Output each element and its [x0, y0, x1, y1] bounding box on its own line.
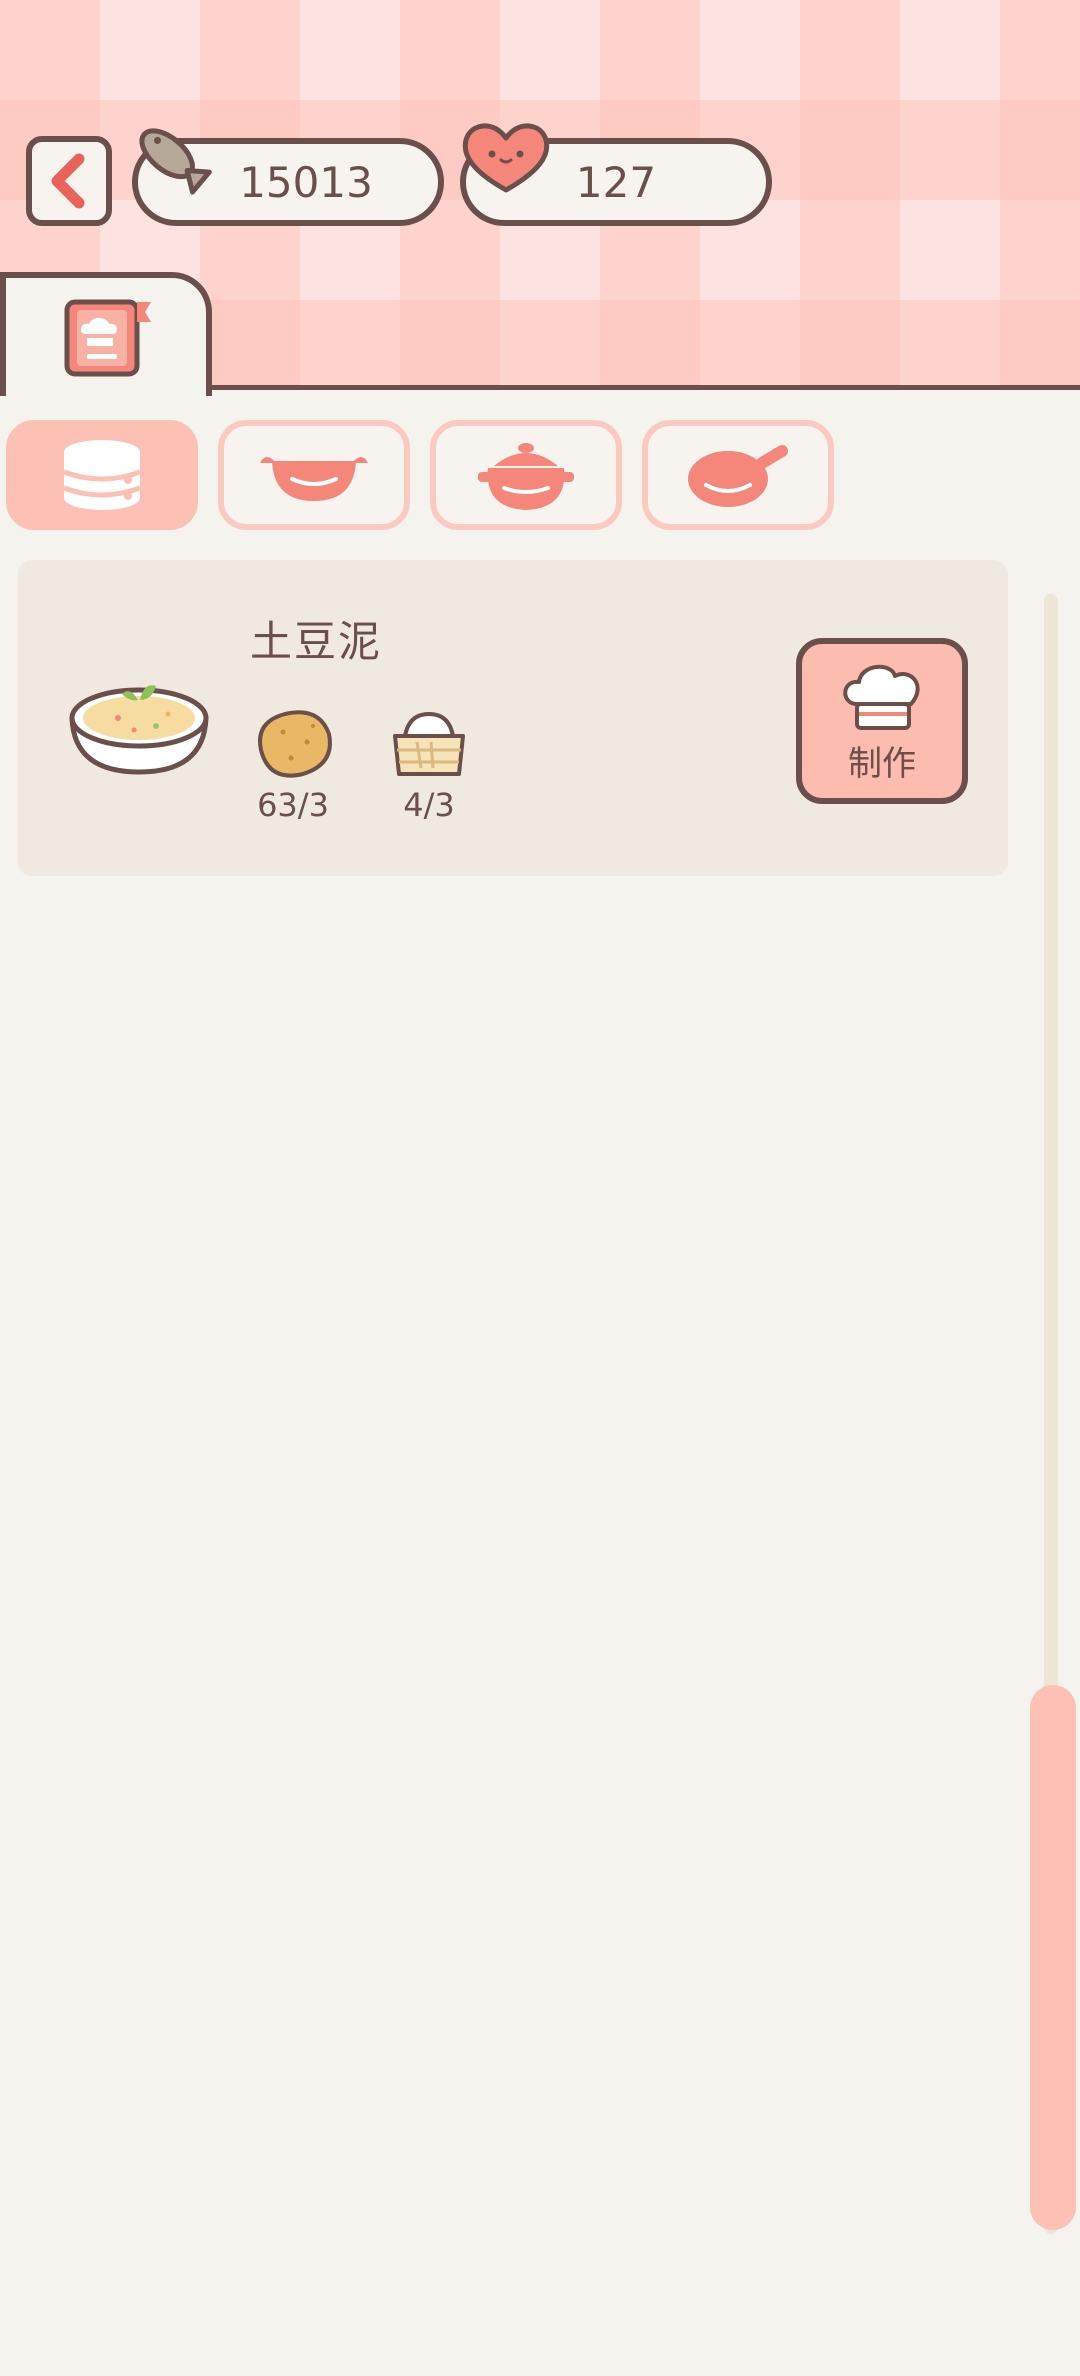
- fish-count: 15013: [239, 157, 373, 207]
- recipe-book-icon: [64, 299, 151, 377]
- steamer-icon: [63, 440, 141, 510]
- recipe-book-tab[interactable]: [0, 272, 212, 396]
- category-tab-frying-pan[interactable]: [642, 420, 834, 530]
- chevron-left-icon: [51, 153, 85, 209]
- heart-count: 127: [575, 157, 657, 207]
- heart-icon: [462, 123, 550, 193]
- make-button-label: 制作: [848, 743, 916, 784]
- header-bar: 15013 127: [0, 0, 1080, 396]
- ingredient-flour: 4/3: [374, 702, 484, 824]
- chef-hat-icon: [843, 664, 920, 730]
- fish-icon: [139, 128, 212, 195]
- pot-icon: [478, 443, 574, 510]
- ingredient-count-potato: 63/3: [257, 786, 329, 824]
- flour-icon: [393, 712, 465, 776]
- ingredient-potato: 63/3: [238, 702, 348, 824]
- scrollbar-thumb[interactable]: [1030, 1685, 1076, 2230]
- category-tab-steamer[interactable]: [6, 420, 198, 530]
- category-tab-wok[interactable]: [218, 420, 410, 530]
- category-tab-pot[interactable]: [430, 420, 622, 530]
- frying-pan-icon: [688, 445, 788, 507]
- make-button[interactable]: 制作: [796, 638, 968, 804]
- recipe-name: 土豆泥: [250, 617, 383, 666]
- wok-icon: [260, 457, 368, 501]
- potato-icon: [258, 710, 332, 778]
- ingredient-count-flour: 4/3: [403, 786, 455, 824]
- recipe-card[interactable]: 土豆泥 63/3 4/3 制作: [18, 560, 1008, 876]
- back-button[interactable]: [26, 136, 112, 226]
- mashed-potato-bowl-icon: [69, 685, 209, 775]
